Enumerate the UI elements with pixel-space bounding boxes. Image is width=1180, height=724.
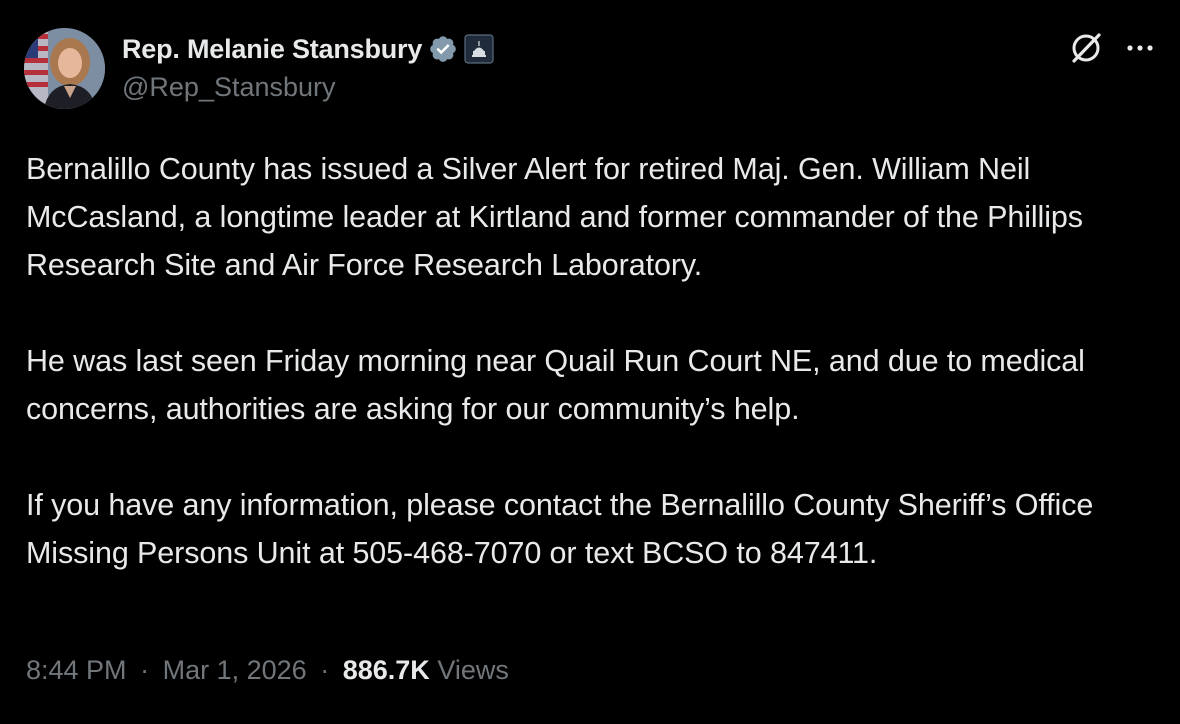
tweet-paragraph: Bernalillo County has issued a Silver Al… [26,152,1083,282]
name-row: Rep. Melanie Stansbury [122,30,494,68]
tweet-meta: 8:44 PM · Mar 1, 2026 · 886.7K Views [26,655,509,686]
government-capitol-icon [464,34,494,64]
tweet-text: Bernalillo County has issued a Silver Al… [26,145,1156,577]
verified-badge-icon [428,34,458,64]
tweet: Rep. Melanie Stansbury @Rep_Stansbury Be… [0,0,1180,724]
more-options-icon[interactable] [1124,32,1156,64]
display-name[interactable]: Rep. Melanie Stansbury [122,34,422,65]
handle[interactable]: @Rep_Stansbury [122,72,336,103]
views-count[interactable]: 886.7K [343,655,430,685]
tweet-date[interactable]: Mar 1, 2026 [163,655,307,685]
avatar[interactable] [24,28,105,109]
meta-separator: · [320,655,330,685]
tweet-paragraph: If you have any information, please cont… [26,488,1094,570]
tweet-time[interactable]: 8:44 PM [26,655,127,685]
meta-separator: · [140,655,150,685]
views-label: Views [437,655,509,685]
avatar-photo [24,28,105,109]
tweet-paragraph: He was last seen Friday morning near Qua… [26,344,1085,426]
grok-icon[interactable] [1066,28,1106,68]
